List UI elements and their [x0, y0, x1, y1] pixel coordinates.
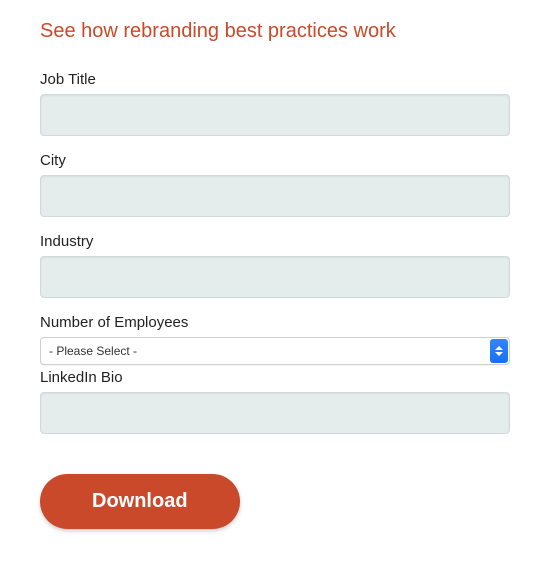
label-employees: Number of Employees	[40, 314, 510, 331]
label-city: City	[40, 152, 510, 169]
field-employees: Number of Employees - Please Select - - …	[40, 314, 510, 365]
field-linkedin: LinkedIn Bio	[40, 369, 510, 434]
input-linkedin[interactable]	[40, 392, 510, 434]
field-industry: Industry	[40, 233, 510, 298]
label-job-title: Job Title	[40, 71, 510, 88]
field-job-title: Job Title	[40, 71, 510, 136]
select-employees-wrap[interactable]: - Please Select - - Please Select -	[40, 337, 510, 365]
label-linkedin: LinkedIn Bio	[40, 369, 510, 386]
download-button[interactable]: Download	[40, 474, 240, 529]
input-industry[interactable]	[40, 256, 510, 298]
input-job-title[interactable]	[40, 94, 510, 136]
input-city[interactable]	[40, 175, 510, 217]
field-city: City	[40, 152, 510, 217]
page-heading: See how rebranding best practices work	[40, 20, 510, 43]
label-industry: Industry	[40, 233, 510, 250]
